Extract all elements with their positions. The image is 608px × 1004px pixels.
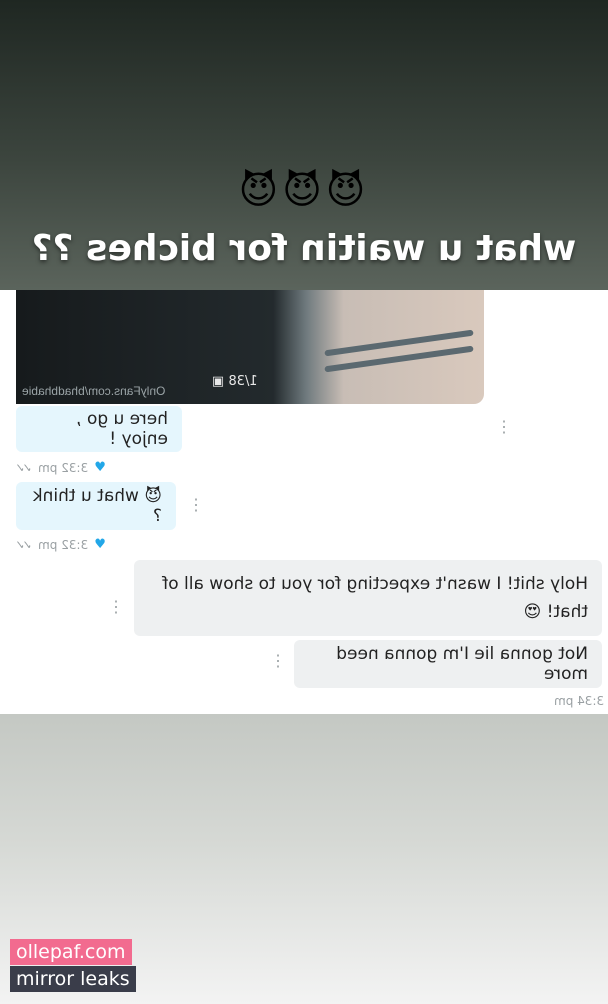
more-options-icon[interactable]: ⋮ bbox=[108, 600, 124, 616]
message-text: 😈 what u think ? bbox=[32, 486, 162, 526]
more-options-icon[interactable]: ⋮ bbox=[496, 420, 512, 436]
message-time: 3:34 pm bbox=[554, 694, 605, 708]
message-text: Not gonna lie I'm gonna need more bbox=[336, 644, 588, 684]
message-bubble-incoming[interactable]: here u go , enjoy ! bbox=[16, 406, 182, 452]
message-time: 3:32 pm bbox=[38, 460, 89, 475]
chat-screenshot: 1/38 ▣ OnlyFans.com/bhadbhabie here u go… bbox=[0, 290, 608, 714]
message-meta: ♥ 3:32 pm ✓✓ bbox=[18, 537, 106, 552]
double-check-icon: ✓✓ bbox=[18, 537, 33, 552]
media-thumbnail[interactable]: 1/38 ▣ OnlyFans.com/bhadbhabie bbox=[16, 290, 484, 404]
more-options-icon[interactable]: ⋮ bbox=[188, 498, 204, 514]
more-options-icon[interactable]: ⋮ bbox=[270, 654, 286, 670]
media-watermark: OnlyFans.com/bhadbhabie bbox=[22, 384, 166, 398]
message-meta: 3:34 pm bbox=[554, 694, 604, 708]
double-check-icon: ✓✓ bbox=[18, 460, 33, 475]
media-count-label: 1/38 ▣ bbox=[212, 374, 258, 389]
heart-icon[interactable]: ♥ bbox=[94, 537, 106, 552]
story-caption: what u waitin for biches ?? bbox=[31, 228, 577, 269]
message-text: here u go , enjoy ! bbox=[76, 409, 168, 449]
message-bubble-incoming[interactable]: 😈 what u think ? bbox=[16, 482, 176, 530]
message-text: Holy shit! I wasn't expecting for you to… bbox=[162, 574, 588, 622]
devil-emoji-row: 😈😈😈 bbox=[238, 168, 370, 212]
message-bubble-outgoing[interactable]: Not gonna lie I'm gonna need more bbox=[294, 640, 602, 688]
message-meta: ♥ 3:32 pm ✓✓ bbox=[18, 460, 106, 475]
message-bubble-outgoing[interactable]: Holy shit! I wasn't expecting for you to… bbox=[134, 560, 602, 636]
message-time: 3:32 pm bbox=[38, 537, 89, 552]
heart-icon[interactable]: ♥ bbox=[94, 460, 106, 475]
site-watermark-badge: mirror leaks bbox=[10, 966, 136, 992]
site-watermark-badge: ollepaf.com bbox=[10, 939, 132, 965]
